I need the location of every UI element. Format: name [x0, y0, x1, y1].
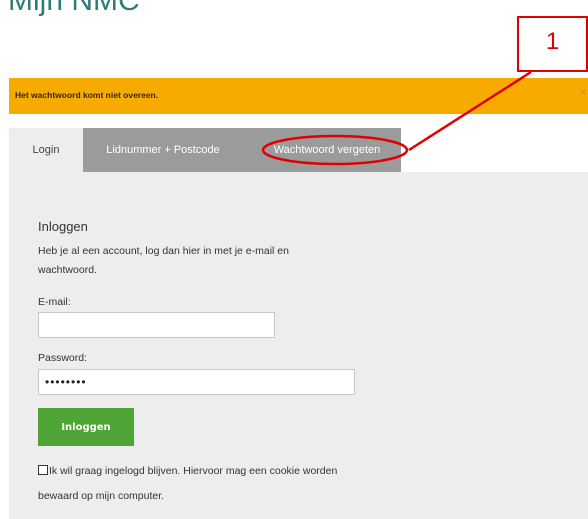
error-alert: Het wachtwoord komt niet overeen. ×: [9, 78, 588, 114]
tab-wachtwoord-vergeten[interactable]: Wachtwoord vergeten: [252, 128, 402, 172]
alert-message: Het wachtwoord komt niet overeen.: [15, 90, 159, 100]
password-label: Password:: [38, 352, 88, 364]
close-icon[interactable]: ×: [580, 87, 586, 99]
tab-login[interactable]: Login: [9, 128, 83, 172]
remember-me-option: Ik wil graag ingelogd blijven. Hiervoor …: [38, 459, 358, 509]
page-title: Mijn NMC: [8, 0, 140, 17]
tab-bar: Login Lidnummer + Postcode Wachtwoord ve…: [9, 128, 401, 172]
password-field[interactable]: [38, 369, 355, 395]
tab-lidnummer-postcode[interactable]: Lidnummer + Postcode: [93, 128, 233, 172]
login-heading: Inloggen: [38, 219, 88, 234]
annotation-number: 1: [545, 28, 560, 55]
email-field[interactable]: [38, 312, 275, 338]
email-label: E-mail:: [38, 296, 71, 308]
annotation-callout-box: 1: [517, 16, 588, 72]
remember-me-checkbox[interactable]: [38, 465, 48, 475]
login-panel: Inloggen Heb je al een account, log dan …: [9, 172, 588, 519]
login-description: Heb je al een account, log dan hier in m…: [38, 245, 289, 276]
remember-me-label: Ik wil graag ingelogd blijven. Hiervoor …: [38, 465, 338, 502]
login-button[interactable]: Inloggen: [38, 408, 134, 446]
